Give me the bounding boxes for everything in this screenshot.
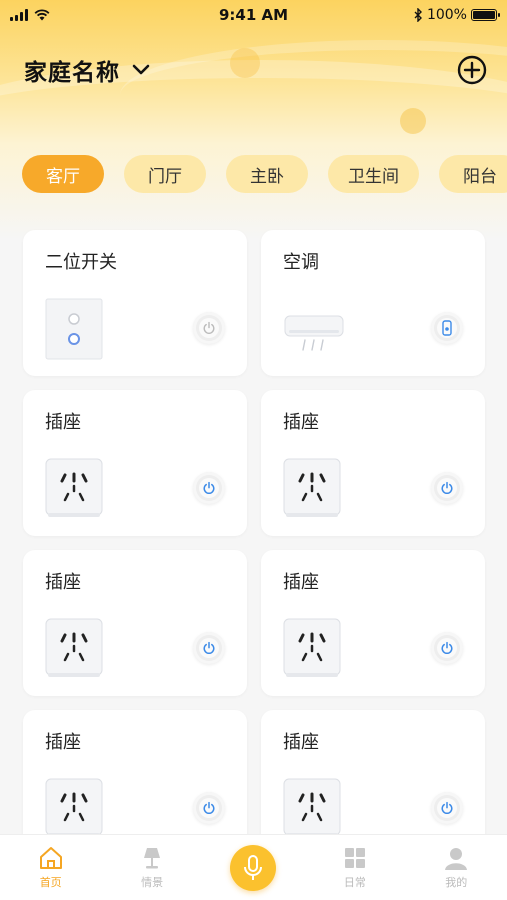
microphone-icon — [244, 854, 263, 880]
home-selector[interactable]: 家庭名称 — [24, 53, 150, 87]
device-card[interactable]: 插座 — [23, 550, 247, 696]
power-icon — [441, 641, 453, 655]
add-icon[interactable] — [457, 55, 487, 85]
bottom-tab-bar: 首页 情景 日常 我的 — [0, 834, 507, 900]
socket-image — [283, 778, 341, 837]
power-button[interactable] — [193, 312, 225, 344]
room-tabs: 客厅 门厅 主卧 卫生间 阳台 — [22, 155, 507, 195]
socket-image — [45, 778, 103, 837]
power-icon — [203, 801, 215, 815]
power-icon — [203, 641, 215, 655]
device-card[interactable]: 插座 — [261, 550, 485, 696]
device-grid: 二位开关 空调 插座 插座 插座 插座 插座 插座 — [23, 230, 485, 856]
grid-icon — [344, 847, 365, 868]
socket-image — [283, 458, 341, 517]
remote-icon — [442, 320, 452, 336]
tab-room[interactable]: 主卧 — [226, 155, 308, 193]
device-card[interactable]: 二位开关 — [23, 230, 247, 376]
device-card[interactable]: 空调 — [261, 230, 485, 376]
tab-room[interactable]: 门厅 — [124, 155, 206, 193]
signal-icon — [10, 9, 28, 21]
power-button[interactable] — [193, 472, 225, 504]
socket-image — [45, 618, 103, 677]
header-background — [0, 0, 507, 240]
air-conditioner-image — [284, 315, 344, 351]
tab-room[interactable]: 客厅 — [22, 155, 104, 193]
tab-daily[interactable]: 日常 — [315, 846, 395, 890]
power-button[interactable] — [431, 632, 463, 664]
status-time: 9:41 AM — [218, 6, 289, 24]
power-icon — [203, 321, 215, 334]
power-icon — [441, 801, 453, 815]
socket-image — [283, 618, 341, 677]
user-icon — [445, 847, 468, 870]
tab-home-label: 首页 — [39, 875, 62, 889]
bluetooth-icon — [414, 8, 422, 22]
header: 家庭名称 — [24, 52, 487, 88]
tab-mine-label: 我的 — [445, 875, 468, 889]
tab-daily-label: 日常 — [343, 875, 366, 889]
power-icon — [441, 481, 453, 495]
power-button[interactable] — [431, 472, 463, 504]
device-card[interactable]: 插座 — [23, 390, 247, 536]
socket-image — [45, 458, 103, 517]
device-name: 插座 — [283, 732, 319, 753]
tab-home[interactable]: 首页 — [11, 846, 91, 890]
wifi-icon — [34, 9, 50, 21]
device-card[interactable]: 插座 — [261, 390, 485, 536]
power-button[interactable] — [431, 792, 463, 824]
battery-icon — [470, 9, 500, 21]
status-bar: 9:41 AM 100% — [0, 0, 507, 30]
power-icon — [203, 481, 215, 495]
tab-scene[interactable]: 情景 — [112, 846, 192, 890]
tab-voice[interactable] — [213, 844, 293, 891]
voice-button[interactable] — [230, 844, 277, 891]
tab-room[interactable]: 阳台 — [439, 155, 507, 193]
device-name: 插座 — [45, 572, 81, 593]
battery-percent: 100% — [426, 7, 467, 23]
home-name: 家庭名称 — [24, 60, 120, 86]
tab-mine[interactable]: 我的 — [416, 846, 496, 890]
device-name: 插座 — [45, 732, 81, 753]
chevron-down-icon — [132, 64, 150, 75]
wall-switch-image — [45, 298, 103, 360]
tab-room[interactable]: 卫生间 — [328, 155, 419, 193]
home-icon — [39, 846, 62, 869]
device-name: 插座 — [283, 412, 319, 433]
tab-scene-label: 情景 — [141, 875, 164, 889]
lamp-icon — [144, 847, 161, 868]
device-name: 插座 — [45, 412, 81, 433]
device-name: 二位开关 — [45, 252, 117, 273]
power-button[interactable] — [193, 632, 225, 664]
ac-control-button[interactable] — [431, 312, 463, 344]
device-name: 插座 — [283, 572, 319, 593]
power-button[interactable] — [193, 792, 225, 824]
device-name: 空调 — [283, 252, 319, 273]
